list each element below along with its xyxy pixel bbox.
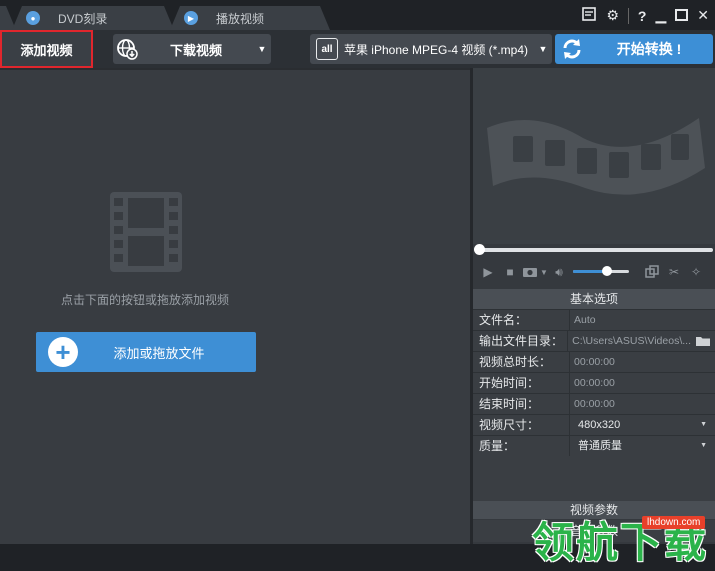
drop-hint-text: 点击下面的按钮或拖放添加视频 [60,293,229,307]
refresh-icon [559,36,585,62]
seek-track[interactable] [479,248,713,252]
app-window: ● DVD刻录 ▶ 播放视频 ⚙ ? ▁ ✕ 添加视频 下载视频 ▼ all 苹… [0,0,715,571]
duration-label: 视频总时长： [473,352,570,372]
maximize-icon[interactable] [675,8,689,24]
watermark-url: lhdown.com [642,516,706,529]
settings-row-end-time: 结束时间： 00:00:00 [473,393,715,414]
start-time-field[interactable]: 00:00:00 [570,373,715,393]
quality-label: 质量： [473,436,570,456]
settings-row-quality: 质量： 普通质量 ▼ [473,435,715,456]
video-size-label: 视频尺寸： [473,415,570,435]
folder-icon[interactable] [695,334,711,348]
chevron-down-icon: ▼ [700,421,707,428]
video-preview [473,68,715,244]
output-dir-label: 输出文件目录： [473,331,569,351]
disc-icon: ● [26,11,40,25]
output-format-label: 苹果 iPhone MPEG-4 视频 (*.mp4) [343,42,529,57]
quality-select[interactable]: 普通质量 ▼ [570,436,715,456]
close-icon[interactable]: ✕ [697,7,709,24]
add-files-button[interactable]: + 添加或拖放文件 [36,332,256,372]
effects-icon[interactable]: ✧ [685,265,707,279]
play-icon[interactable]: ▶ [477,265,499,279]
start-convert-label: 开始转换 ! [616,41,682,57]
tab-bar: ● DVD刻录 ▶ 播放视频 ⚙ ? ▁ ✕ [0,0,715,30]
stop-icon[interactable]: ■ [499,265,521,279]
volume-slider[interactable] [573,266,629,277]
play-circle-icon: ▶ [184,11,198,25]
video-size-select[interactable]: 480x320 ▼ [570,415,715,435]
volume-icon[interactable]: 🔊︎ [549,265,569,280]
download-video-button[interactable]: 下载视频 ▼ [113,34,271,64]
tab-dvd-label: DVD刻录 [58,11,108,26]
end-time-field[interactable]: 00:00:00 [570,394,715,414]
start-convert-button[interactable]: 开始转换 ! [555,34,713,64]
divider [627,7,629,24]
output-dir-field[interactable]: C:\Users\ASUS\Videos\... [568,331,715,351]
settings-row-output-dir: 输出文件目录： C:\Users\ASUS\Videos\... [473,330,715,351]
add-files-label: 添加或拖放文件 [113,345,205,361]
help-button[interactable]: ? [638,8,647,24]
register-icon[interactable] [581,6,597,25]
film-reel-placeholder-icon [487,118,705,195]
settings-row-video-size: 视频尺寸： 480x320 ▼ [473,414,715,435]
player-controls: ▶ ■ ▼ 🔊︎ ✂ ✧ [473,260,715,284]
film-strip-icon [108,190,184,279]
quality-value: 普通质量 [578,440,622,452]
volume-handle[interactable] [601,266,612,276]
add-video-button[interactable]: 添加视频 [0,30,93,68]
chevron-down-icon[interactable]: ▼ [534,44,552,54]
filename-label: 文件名： [473,310,570,330]
tab-play-video[interactable]: ▶ 播放视频 [170,6,330,30]
crop-icon[interactable] [641,265,663,279]
seek-handle[interactable] [474,244,485,255]
file-drop-area[interactable]: 点击下面的按钮或拖放添加视频 + 添加或拖放文件 [0,68,470,544]
plus-icon: + [48,337,78,367]
basic-options-panel: 基本选项 文件名： Auto 输出文件目录： C:\Users\ASUS\Vid… [473,289,715,501]
toolbar: 添加视频 下载视频 ▼ all 苹果 iPhone MPEG-4 视频 (*.m… [0,30,715,68]
output-dir-value: C:\Users\ASUS\Videos\... [572,335,691,347]
window-controls: ⚙ ? ▁ ✕ [581,6,709,25]
output-format-select[interactable]: all 苹果 iPhone MPEG-4 视频 (*.mp4) ▼ [310,34,552,64]
settings-row-duration: 视频总时长： 00:00:00 [473,351,715,372]
camera-icon[interactable] [521,266,539,278]
gear-icon[interactable]: ⚙ [606,7,619,24]
globe-download-icon [115,37,139,61]
chevron-down-icon[interactable]: ▼ [539,268,549,277]
minimize-icon[interactable]: ▁ [655,7,666,24]
settings-row-filename: 文件名： Auto [473,309,715,330]
download-video-label: 下载视频 [169,42,222,58]
seek-bar[interactable] [473,244,715,258]
tab-dvd-burn[interactable]: ● DVD刻录 [12,6,174,30]
end-time-label: 结束时间： [473,394,570,414]
tab-play-label: 播放视频 [216,11,265,26]
video-size-value: 480x320 [578,419,621,431]
format-all-icon: all [316,38,338,60]
chevron-down-icon[interactable]: ▼ [253,44,271,54]
basic-options-title: 基本选项 [473,289,715,309]
start-time-label: 开始时间： [473,373,570,393]
scissors-icon[interactable]: ✂ [663,265,685,279]
filename-field[interactable]: Auto [570,310,715,330]
settings-row-start-time: 开始时间： 00:00:00 [473,372,715,393]
chevron-down-icon: ▼ [700,442,707,449]
duration-value: 00:00:00 [574,356,615,368]
